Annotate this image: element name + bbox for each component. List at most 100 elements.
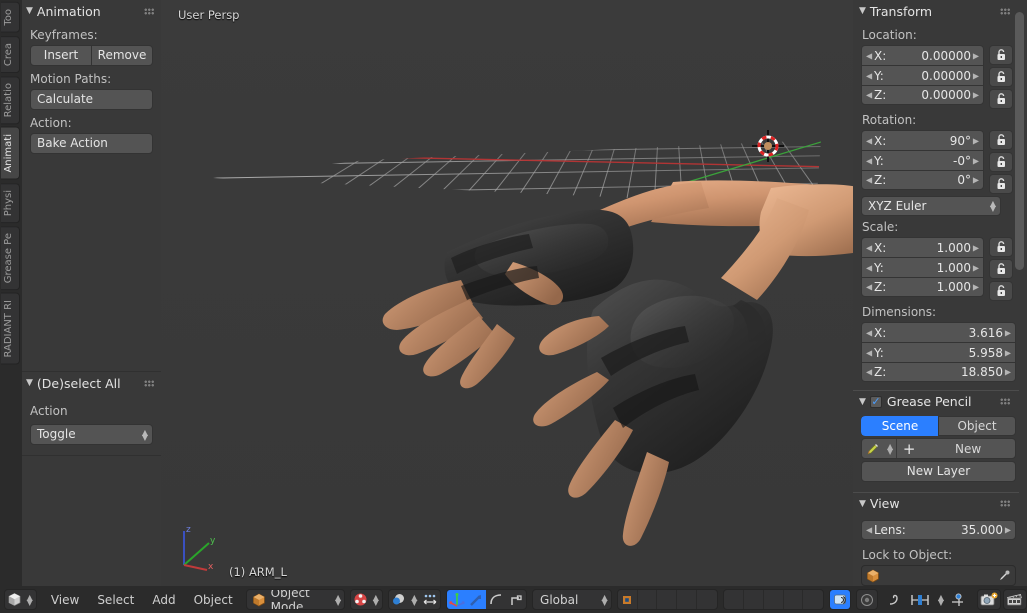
panel-grip-icon[interactable] [144,7,155,15]
scale-x-field[interactable]: ◀ X: 1.000 ▶ [861,237,984,257]
deselect-all-panel-header[interactable]: ▼ (De)select All [22,372,161,394]
3d-viewport[interactable]: z y x User Persp (1) ARM_L [161,0,853,586]
decrement-arrow-icon[interactable]: ◀ [866,176,872,185]
location-y-field[interactable]: ◀ Y: 0.00000 ▶ [861,65,984,85]
view-panel-header[interactable]: ▼ View [853,492,1019,514]
panel-grip-icon[interactable] [1000,7,1011,15]
lock-rotation-z-button[interactable] [989,174,1013,194]
rotate-gizmo-icon[interactable] [466,590,487,609]
lock-to-object-field[interactable] [861,565,1016,586]
menu-select[interactable]: Select [88,590,143,609]
increment-arrow-icon[interactable]: ▶ [973,263,979,272]
scale-y-field[interactable]: ◀ Y: 1.000 ▶ [861,257,984,277]
editor-type-selector[interactable]: ▲ ▼ [4,589,37,610]
chevron-updown-icon[interactable]: ▲ ▼ [884,442,896,455]
increment-arrow-icon[interactable]: ▶ [973,91,979,100]
magnet-icon[interactable] [830,590,851,609]
chevron-updown-icon[interactable]: ▲ ▼ [332,593,344,606]
lock-rotation-y-button[interactable] [989,152,1013,172]
scale-gizmo-icon[interactable] [486,590,506,609]
chevron-updown-icon[interactable]: ▲ ▼ [408,593,420,606]
shading-icon[interactable] [351,590,370,609]
rotation-y-field[interactable]: ◀ Y: -0° ▶ [861,150,984,170]
animation-panel-header[interactable]: ▼ Animation [22,0,161,22]
sidebar-tab-relations[interactable]: Relatio [1,75,20,125]
decrement-arrow-icon[interactable]: ◀ [866,263,872,272]
decrement-arrow-icon[interactable]: ◀ [866,243,872,252]
viewport-shading-selector[interactable]: ▲ ▼ [350,589,383,610]
visibility-cell-3[interactable] [764,590,784,609]
viewport-overlay-icon[interactable] [389,590,408,609]
lock-scale-x-button[interactable] [989,237,1013,257]
sidebar-tab-radiant-ri[interactable]: RADIANT RI [1,293,20,365]
snap-target-icon[interactable] [947,590,969,609]
n-panel-scrollbar[interactable] [1015,12,1024,270]
eyedropper-icon[interactable] [998,569,1011,582]
lock-location-y-button[interactable] [989,67,1013,87]
increment-arrow-icon[interactable]: ▶ [973,176,979,185]
decrement-arrow-icon[interactable]: ◀ [866,348,872,357]
menu-view[interactable]: View [42,590,88,609]
overlay-selector[interactable]: ▲ ▼ [387,589,441,610]
chevron-updown-icon[interactable]: ▲ ▼ [370,593,382,606]
panel-grip-icon[interactable] [1000,500,1011,507]
visibility-cell-2[interactable] [744,590,764,609]
increment-arrow-icon[interactable]: ▶ [973,156,979,165]
sidebar-tab-animation[interactable]: Animati [1,127,20,180]
deselect-action-dropdown[interactable]: Toggle ▲ ▼ [30,424,153,445]
dimension-x-field[interactable]: ◀ X: 3.616 ▶ [861,322,1016,342]
expand-icon[interactable] [420,590,439,609]
bake-action-button[interactable]: Bake Action [30,133,153,154]
decrement-arrow-icon[interactable]: ◀ [866,91,872,100]
increment-arrow-icon[interactable]: ▶ [1005,348,1011,357]
rotation-mode-dropdown[interactable]: XYZ Euler ▲ ▼ [861,196,1001,216]
remove-keyframe-button[interactable]: Remove [92,45,153,66]
menu-add[interactable]: Add [143,590,184,609]
pivot-cell-3[interactable] [657,590,678,609]
panel-grip-icon[interactable] [1000,398,1011,405]
increment-arrow-icon[interactable]: ▶ [973,243,979,252]
increment-arrow-icon[interactable]: ▶ [973,51,979,60]
snap-curve-icon[interactable] [883,590,905,609]
pencil-icon[interactable] [862,442,884,456]
pivot-point-icon[interactable] [618,590,638,609]
render-image-icon[interactable] [978,590,1000,609]
dimension-y-field[interactable]: ◀ Y: 5.958 ▶ [861,342,1016,362]
grease-pencil-panel-header[interactable]: ▼ ✓ Grease Pencil [853,390,1019,412]
decrement-arrow-icon[interactable]: ◀ [866,368,872,377]
editor-type-3dview-icon[interactable] [5,590,24,609]
sidebar-tab-tool[interactable]: Too [1,2,20,33]
add-icon[interactable]: + [897,440,921,458]
scale-z-field[interactable]: ◀ Z: 1.000 ▶ [861,277,984,297]
pivot-cell-4[interactable] [677,590,698,609]
chevron-updown-icon[interactable]: ▲ ▼ [935,593,947,606]
decrement-arrow-icon[interactable]: ◀ [866,71,872,80]
collapse-triangle-icon[interactable]: ▼ [859,397,866,407]
lock-location-z-button[interactable] [989,89,1013,109]
render-animation-icon[interactable] [1004,590,1026,609]
decrement-arrow-icon[interactable]: ◀ [866,283,872,292]
grease-pencil-object-tab[interactable]: Object [938,416,1016,436]
new-grease-pencil-button[interactable]: New [921,442,1015,456]
decrement-arrow-icon[interactable]: ◀ [866,136,872,145]
rotation-x-field[interactable]: ◀ X: 90° ▶ [861,130,984,150]
collapse-triangle-icon[interactable]: ▼ [859,6,866,16]
rotation-z-field[interactable]: ◀ Z: 0° ▶ [861,170,984,190]
transform-panel-header[interactable]: ▼ Transform [853,0,1019,22]
grease-pencil-scene-tab[interactable]: Scene [861,416,938,436]
collapse-triangle-icon[interactable]: ▼ [26,378,33,388]
increment-arrow-icon[interactable]: ▶ [1005,526,1011,535]
collapse-triangle-icon[interactable]: ▼ [26,6,33,16]
increment-arrow-icon[interactable]: ▶ [1005,368,1011,377]
move-gizmo-icon[interactable] [446,590,467,609]
pivot-cell-5[interactable] [697,590,717,609]
transform-orientation-dropdown[interactable]: Global ▲ ▼ [532,589,612,610]
calculate-paths-button[interactable]: Calculate [30,89,153,110]
pivot-cell-2[interactable] [638,590,658,609]
lock-scale-y-button[interactable] [989,259,1013,279]
lock-location-x-button[interactable] [989,45,1013,65]
lock-scale-z-button[interactable] [989,281,1013,301]
new-layer-button[interactable]: New Layer [861,461,1016,482]
proportional-edit-icon[interactable] [857,590,877,609]
dimension-z-field[interactable]: ◀ Z: 18.850 ▶ [861,362,1016,382]
